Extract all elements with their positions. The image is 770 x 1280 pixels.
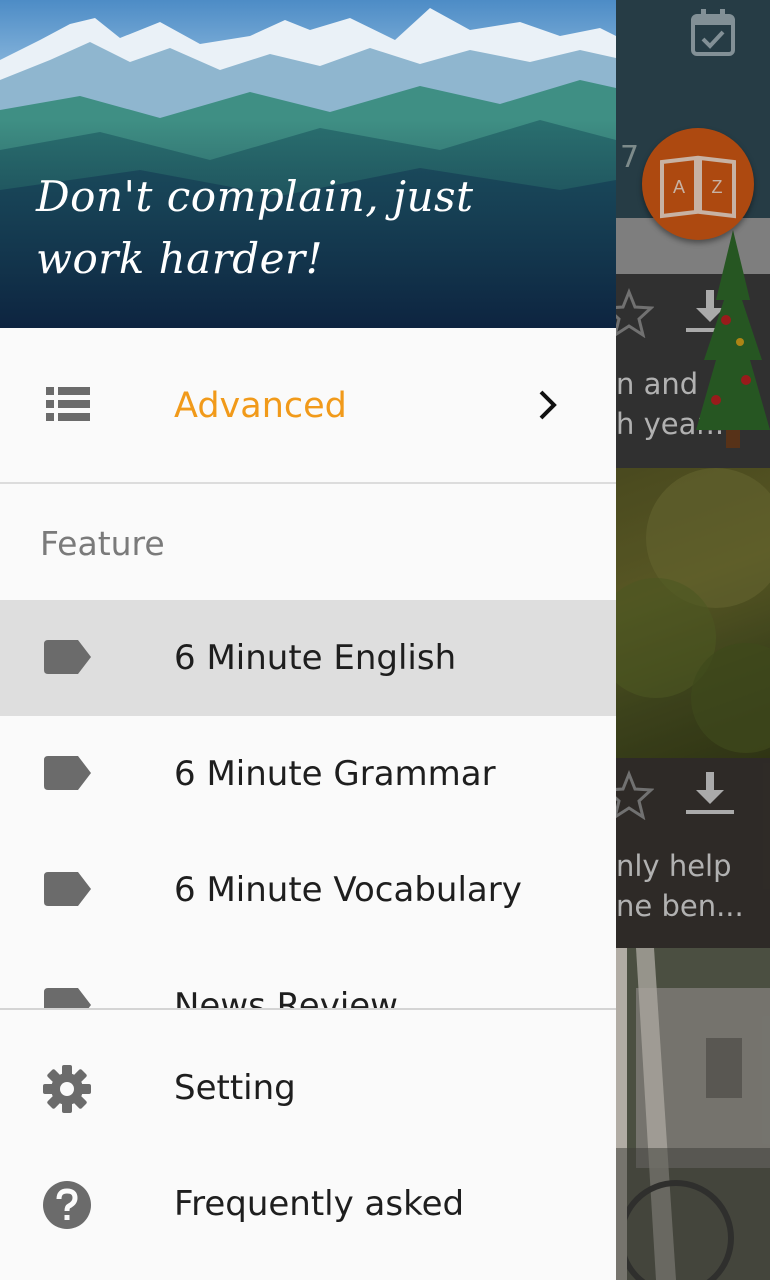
divider — [0, 1008, 616, 1010]
nav-item-6-minute-vocabulary[interactable]: 6 Minute Vocabulary — [0, 832, 616, 948]
faq-button[interactable]: Frequently asked — [0, 1146, 616, 1262]
nav-item-label: News Review — [174, 986, 398, 1008]
gear-icon — [42, 1064, 92, 1118]
setting-label: Setting — [174, 1068, 296, 1108]
nav-item-news-review[interactable]: News Review — [0, 948, 616, 1008]
tag-icon — [44, 756, 92, 794]
nav-item-label: 6 Minute English — [174, 638, 457, 678]
divider — [0, 482, 616, 484]
advanced-label: Advanced — [174, 386, 347, 426]
nav-item-6-minute-grammar[interactable]: 6 Minute Grammar — [0, 716, 616, 832]
drawer-header: Don't complain, just work harder! — [0, 0, 616, 328]
tag-icon — [44, 640, 92, 678]
motivational-quote: Don't complain, just work harder! — [36, 172, 474, 283]
tag-icon — [44, 872, 92, 910]
nav-item-6-minute-english[interactable]: 6 Minute English — [0, 600, 616, 716]
list-icon — [46, 386, 90, 426]
advanced-level-selector[interactable]: Advanced — [0, 330, 616, 482]
setting-button[interactable]: Setting — [0, 1030, 616, 1146]
feature-list[interactable]: 6 Minute English 6 Minute Grammar 6 Minu… — [0, 600, 616, 1008]
navigation-drawer: Don't complain, just work harder! Advanc… — [0, 0, 616, 1280]
nav-item-label: 6 Minute Vocabulary — [174, 870, 522, 910]
chevron-right-icon — [536, 388, 560, 426]
help-icon — [42, 1180, 92, 1234]
tag-icon — [44, 988, 92, 1008]
drawer-scrim[interactable] — [616, 0, 770, 1280]
faq-label: Frequently asked — [174, 1184, 465, 1224]
section-title: Feature — [40, 524, 165, 563]
nav-item-label: 6 Minute Grammar — [174, 754, 496, 794]
